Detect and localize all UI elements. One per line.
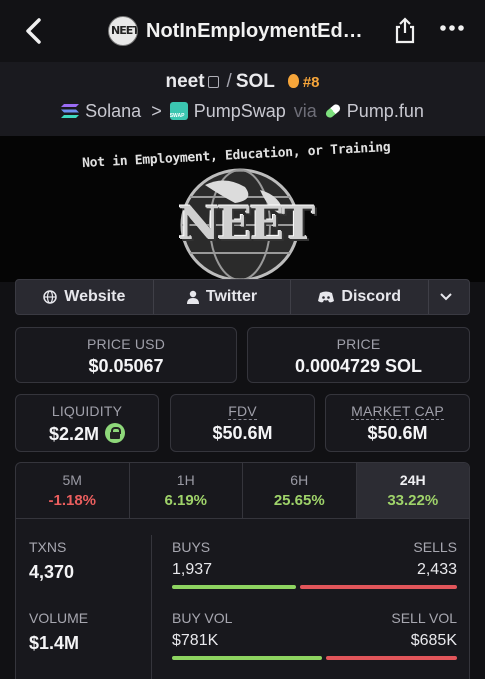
liquidity-label: LIQUIDITY (51, 403, 123, 419)
volume-value: $1.4M (29, 633, 80, 653)
tab-label: 6H (290, 472, 309, 488)
pair-name: neet / SOL #8 (0, 71, 485, 93)
timeframe-tabs: 5M -1.18% 1H 6.19% 6H 25.65% 24H 33.22% (16, 463, 469, 519)
txns-value: 4,370 (29, 562, 75, 582)
website-label: Website (64, 288, 126, 305)
rank-value: #8 (302, 74, 320, 91)
tab-label: 5M (62, 472, 82, 488)
back-arrow-icon[interactable] (22, 16, 46, 46)
avatar-text: NEET (111, 24, 138, 37)
fdv-card: FDV $50.6M (170, 394, 315, 452)
sells-bar (300, 585, 457, 589)
twitter-label: Twitter (205, 288, 258, 305)
more-links-dropdown[interactable] (429, 280, 469, 314)
pumpswap-icon (169, 102, 188, 120)
user-icon (186, 290, 199, 304)
txns-stat: TXNS 4,370 (29, 539, 74, 583)
price-sol-label: PRICE (336, 336, 381, 352)
buys-value: 1,937 (172, 561, 213, 578)
fdv-label[interactable]: FDV (228, 403, 257, 420)
page-title: NotInEmploymentEd… (146, 19, 363, 42)
tab-change: 25.65% (273, 492, 325, 509)
sells-value: 2,433 (416, 561, 457, 578)
website-button[interactable]: Website (16, 280, 154, 314)
price-sol-card: PRICE 0.0004729 SOL (247, 327, 470, 383)
price-usd-label: PRICE USD (86, 336, 166, 352)
top-bar: NEET NotInEmploymentEd… (0, 0, 485, 62)
tab-change: 6.19% (164, 492, 208, 509)
via-text: via (293, 101, 317, 121)
market-cap-label[interactable]: MARKET CAP (351, 403, 444, 420)
buys-label: BUYS (172, 539, 211, 555)
buys-sells-bar (172, 585, 457, 589)
share-icon[interactable] (393, 16, 417, 44)
liquidity-card: LIQUIDITY $2.2M (15, 394, 159, 452)
buy-vol-label: BUY VOL (172, 610, 233, 626)
twitter-button[interactable]: Twitter (154, 280, 292, 314)
token-title: NEET NotInEmploymentEd… (108, 14, 368, 48)
buy-vol-value: $781K (172, 632, 219, 649)
price-sol-value: 0.0004729 SOL (294, 356, 423, 376)
price-usd-card: PRICE USD $0.05067 (15, 327, 237, 383)
discord-icon (318, 291, 335, 303)
banner-logo-text: NEET (178, 196, 315, 250)
sell-vol-bar (325, 656, 457, 660)
launchpad-link[interactable]: Pump.fun (347, 101, 424, 121)
sells-label: SELLS (413, 539, 457, 555)
volume-label: VOLUME (29, 610, 89, 626)
fdv-value: $50.6M (212, 423, 273, 443)
market-cap-value: $50.6M (367, 423, 428, 443)
chain-link[interactable]: Solana (85, 101, 141, 121)
pair-separator: / (226, 71, 232, 92)
globe-icon (43, 290, 58, 304)
buy-vol-bar (172, 656, 322, 660)
chevron-right-icon: > (151, 101, 162, 121)
tab-6h[interactable]: 6H 25.65% (243, 463, 357, 518)
buys-bar (172, 585, 297, 589)
chevron-down-icon (439, 293, 452, 301)
social-links: Website Twitter Discord (15, 279, 470, 315)
copy-icon[interactable] (207, 76, 219, 88)
stats-panel: 5M -1.18% 1H 6.19% 6H 25.65% 24H 33.22% … (15, 462, 470, 679)
base-symbol: neet (165, 71, 205, 92)
pair-path: Solana > PumpSwap via Pump.fun (0, 101, 485, 122)
solana-icon (61, 104, 80, 118)
volume-bar (172, 656, 457, 660)
price-usd-value: $0.05067 (88, 356, 164, 376)
market-cap-card: MARKET CAP $50.6M (325, 394, 470, 452)
tab-label: 1H (176, 472, 195, 488)
liquidity-value: $2.2M (48, 424, 100, 444)
sell-vol-label: SELL VOL (391, 610, 457, 626)
dex-link[interactable]: PumpSwap (194, 101, 286, 121)
txns-label: TXNS (29, 539, 67, 555)
tab-label: 24H (399, 472, 426, 488)
more-icon[interactable] (440, 24, 464, 32)
trending-rank[interactable]: #8 (287, 74, 320, 91)
tab-change: 33.22% (387, 492, 439, 509)
quote-symbol: SOL (235, 71, 275, 92)
tab-5m[interactable]: 5M -1.18% (16, 463, 130, 518)
pair-info: neet /SOL #8 Solana > PumpSwap via Pump.fun (0, 62, 485, 136)
discord-button[interactable]: Discord (291, 280, 430, 314)
pumpfun-icon (324, 102, 342, 120)
token-avatar: NEET (108, 16, 138, 46)
flame-icon (287, 74, 299, 88)
sell-vol-value: $685K (410, 632, 457, 649)
tab-24h[interactable]: 24H 33.22% (356, 463, 469, 518)
tab-change: -1.18% (48, 492, 97, 509)
lock-icon[interactable] (105, 423, 126, 443)
tab-1h[interactable]: 1H 6.19% (130, 463, 243, 518)
discord-label: Discord (341, 288, 401, 305)
liquidity-value-wrap: $2.2M (16, 423, 158, 445)
buys-sells-stat: BUYS SELLS 1,937 2,433 (172, 539, 457, 589)
buy-sell-volume-stat: BUY VOL SELL VOL $781K $685K (172, 610, 457, 660)
stats-divider (151, 535, 152, 679)
volume-stat: VOLUME $1.4M (29, 610, 88, 654)
